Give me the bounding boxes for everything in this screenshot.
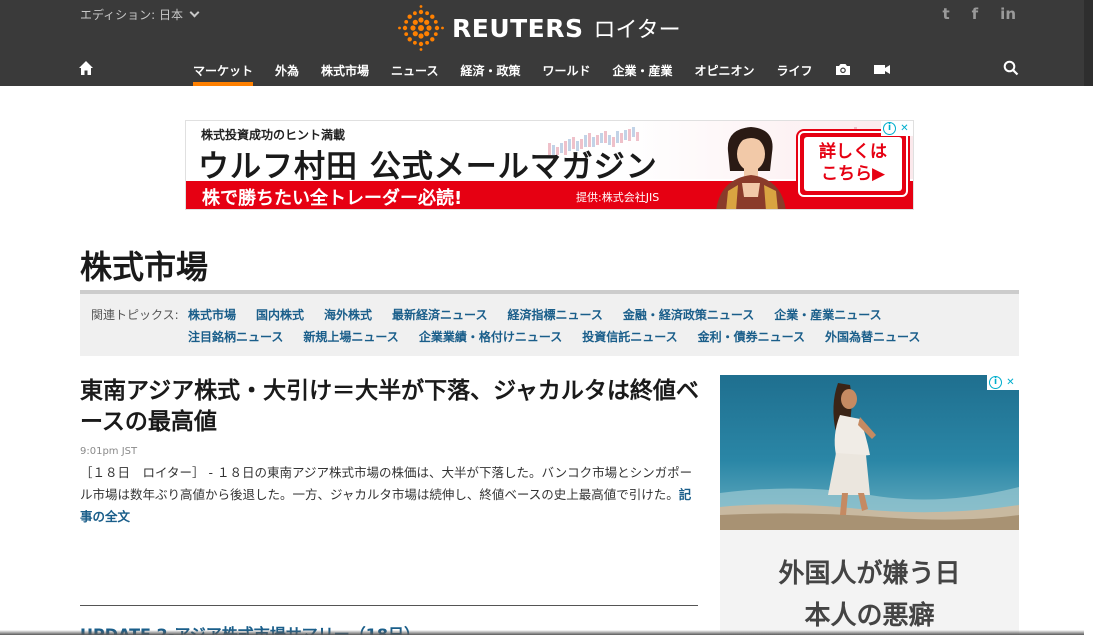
topic-link[interactable]: 注目銘柄ニュース: [188, 328, 283, 345]
ad-info-icon[interactable]: i: [989, 376, 1002, 389]
topics-label: 関連トピックス:: [91, 308, 179, 322]
brand-name-jp: ロイター: [593, 18, 681, 43]
side-ad-line1: 外国人が嫌う日: [778, 559, 961, 589]
site-header: エディション: 日本 REUTERS ロイター t f in マーケット 外為 …: [0, 0, 1093, 86]
topic-link[interactable]: 経済指標ニュース: [507, 306, 602, 323]
topic-link[interactable]: 外国為替ニュース: [825, 328, 920, 345]
ad-strip-text: 株で勝ちたい全トレーダー必読!: [202, 188, 463, 209]
twitter-icon[interactable]: t: [942, 5, 949, 23]
nav-item-business[interactable]: 企業・産業: [601, 56, 683, 86]
article-title[interactable]: 東南アジア株式・大引け＝大半が下落、ジャカルタは終値ベースの最高値: [80, 376, 700, 438]
ad-provider-text: 提供:株式会社JIS: [576, 191, 660, 204]
article-body-text: ［１８日 ロイター］ - １８日の東南アジア株式市場の株価は、大半が下落した。バ…: [80, 465, 693, 502]
ad-choices[interactable]: i ✕: [881, 121, 913, 136]
nav-items: マーケット 外為 株式市場 ニュース 経済・政策 ワールド 企業・産業 オピニオ…: [182, 56, 902, 86]
nav-item-world[interactable]: ワールド: [531, 56, 601, 86]
ad-person-image: [716, 127, 786, 209]
topic-link[interactable]: 投資信託ニュース: [582, 328, 677, 345]
nav-item-forex[interactable]: 外為: [264, 56, 310, 86]
facebook-icon[interactable]: f: [972, 5, 979, 23]
ad-cta-button[interactable]: 詳しくは こちら▶: [798, 131, 908, 197]
article-body: ［１８日 ロイター］ - １８日の東南アジア株式市場の株価は、大半が下落した。バ…: [80, 462, 698, 528]
nav-item-news[interactable]: ニュース: [380, 56, 449, 86]
side-ad[interactable]: i ✕ 外国人が嫌う日 本人の悪癖: [720, 375, 1019, 635]
topic-link[interactable]: 国内株式: [256, 306, 304, 323]
topic-link[interactable]: 金利・債券ニュース: [698, 328, 805, 345]
topic-link[interactable]: 株式市場: [188, 306, 236, 323]
reuters-dots-icon: [398, 5, 444, 51]
nav-item-market[interactable]: マーケット: [182, 56, 264, 86]
ad-cta-line2: こちら▶: [820, 164, 886, 184]
nav-item-photo[interactable]: [824, 56, 862, 86]
nav-item-economy[interactable]: 経済・政策: [449, 56, 531, 86]
related-topics: 関連トピックス: 株式市場 国内株式 海外株式 最新経済ニュース 経済指標ニュー…: [80, 290, 1019, 356]
ad-info-icon[interactable]: i: [883, 122, 896, 135]
ad-cta-inner: 詳しくは こちら▶: [804, 137, 902, 191]
ad-cta-line1: 詳しくは: [819, 142, 887, 162]
home-icon[interactable]: [78, 60, 94, 76]
social-links: t f in: [942, 5, 1016, 23]
nav-item-stocks[interactable]: 株式市場: [310, 56, 380, 86]
ad-main-text: ウルフ村田 公式メールマガジン: [198, 149, 658, 185]
nav-item-opinion[interactable]: オピニオン: [684, 56, 766, 86]
side-ad-photo: [720, 375, 1019, 530]
brand-name: REUTERS: [452, 13, 584, 43]
edition-label: エディション: 日本: [80, 8, 184, 22]
topic-link[interactable]: 海外株式: [324, 306, 372, 323]
page-title: 株式市場: [80, 248, 209, 286]
topic-link[interactable]: 新規上場ニュース: [303, 328, 398, 345]
ad-close-icon[interactable]: ✕: [898, 122, 911, 135]
page-scrollbar[interactable]: [1084, 86, 1093, 635]
search-icon[interactable]: [1003, 60, 1019, 76]
chevron-down-icon: [189, 7, 200, 18]
bottom-shadow: [0, 630, 1084, 635]
video-icon: [873, 65, 890, 74]
topic-link[interactable]: 最新経済ニュース: [392, 306, 487, 323]
main-nav: マーケット 外為 株式市場 ニュース 経済・政策 ワールド 企業・産業 オピニオ…: [0, 56, 1093, 86]
article-divider: [80, 605, 698, 606]
topics-row-1: 株式市場 国内株式 海外株式 最新経済ニュース 経済指標ニュース 金融・経済政策…: [188, 306, 882, 323]
article-timestamp: 9:01pm JST: [80, 446, 138, 457]
ad-close-icon[interactable]: ✕: [1004, 376, 1017, 389]
camera-icon: [835, 64, 850, 75]
nav-item-life[interactable]: ライフ: [766, 56, 824, 86]
window-scrollbar[interactable]: [1084, 0, 1093, 86]
topic-link[interactable]: 企業業績・格付けニュース: [419, 328, 562, 345]
side-ad-line2: 本人の悪癖: [804, 601, 935, 631]
linkedin-icon[interactable]: in: [1000, 5, 1016, 23]
nav-item-video[interactable]: [862, 56, 902, 86]
topics-row-2: 注目銘柄ニュース 新規上場ニュース 企業業績・格付けニュース 投資信託ニュース …: [188, 328, 920, 345]
reuters-logo[interactable]: REUTERS ロイター: [398, 5, 681, 51]
edition-selector[interactable]: エディション: 日本: [80, 6, 200, 23]
side-ad-choices[interactable]: i ✕: [987, 375, 1019, 390]
banner-ad[interactable]: 株式投資成功のヒント満載 ウルフ村田 公式メールマガジン 株で勝ちたい全トレーダ…: [185, 120, 914, 210]
topic-link[interactable]: 金融・経済政策ニュース: [623, 306, 754, 323]
topic-link[interactable]: 企業・産業ニュース: [774, 306, 881, 323]
